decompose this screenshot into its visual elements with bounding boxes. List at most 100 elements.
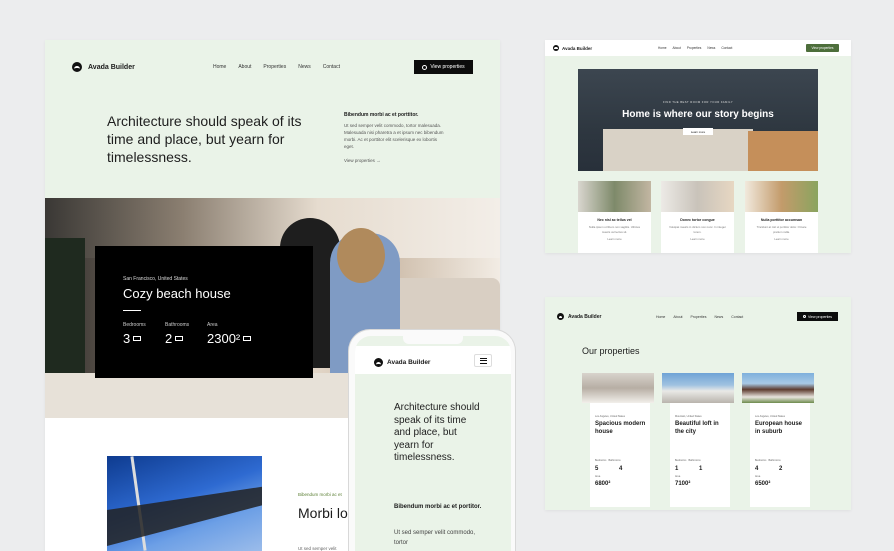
feature-text: Nulla ipsum ut libero non sagittis. Ultr… [588,225,641,234]
learn-more-link[interactable]: Learn more [661,237,734,241]
property-image [662,373,734,403]
nav-properties[interactable]: Properties [263,64,286,70]
main-header: Avada Builder Home About Properties News… [45,40,500,98]
photo-basin [603,129,753,171]
brand-name: Avada Builder [88,63,135,71]
view-properties-label: View properties [430,64,465,70]
logo-icon [553,45,559,51]
nav-about[interactable]: About [238,64,251,70]
nav-home[interactable]: Home [213,64,226,70]
feature-card[interactable]: Nec nisl ac tellus vel Nulla ipsum ut li… [578,181,651,253]
hamburger-menu-icon[interactable] [474,354,492,367]
hero-title: Architecture should speak of its time an… [394,402,480,463]
brand-name: Avada Builder [387,359,431,366]
learn-more-button[interactable]: Learn more [683,128,713,135]
bath-icon [175,336,184,341]
nav-about[interactable]: About [673,46,681,50]
eye-icon [422,64,428,70]
photo-wood [748,131,818,171]
tr-nav: Home About Properties News Contact [658,46,732,50]
property-body: Los Angeles, United States Spacious mode… [590,403,650,507]
brand-logo[interactable]: Avada Builder [374,358,430,367]
bathrooms-value: 4 [619,466,623,472]
eye-icon [802,315,806,318]
stat-labels: Bedrooms Bathrooms [595,459,621,462]
nav-contact[interactable]: Contact [731,315,743,319]
learn-more-link[interactable]: Learn more [578,237,651,241]
learn-more-link[interactable]: Learn more [745,237,818,241]
property-card[interactable]: Los Angeles, United States European hous… [742,373,814,507]
feature-image [578,181,651,212]
nav-news[interactable]: News [707,46,715,50]
photo-hair [337,228,385,283]
area-value: 7100² [675,481,691,487]
property-card[interactable]: Los Angeles, United States Spacious mode… [582,373,654,507]
nav-properties[interactable]: Properties [691,315,707,319]
property-card[interactable]: Mountain, United States Beautiful loft i… [662,373,734,507]
area-label: Area [755,475,761,478]
photo-sail [107,486,262,546]
nav-news[interactable]: News [298,64,311,70]
view-properties-button[interactable]: View properties [797,312,838,321]
mobile-header: Avada Builder [355,346,511,374]
stat-number: 3 [123,331,131,346]
feature-card[interactable]: Nulla porttitor accumsan Tincidunt at ni… [745,181,818,253]
stat-label: Bathrooms [165,322,190,328]
bedrooms-value: 4 [755,466,759,472]
bathrooms-label: Bathrooms [768,459,781,462]
listing-name: Cozy beach house [123,286,231,301]
area-value: 6500² [755,481,771,487]
brand-logo[interactable]: Avada Builder [72,62,135,72]
phone-screen: Avada Builder Architecture should speak … [355,336,511,551]
logo-icon [557,313,564,320]
view-properties-button[interactable]: View properties [806,44,839,52]
stat-labels: Bedrooms Bathrooms [675,459,701,462]
property-body: Los Angeles, United States European hous… [750,403,810,507]
property-body: Mountain, United States Beautiful loft i… [670,403,730,507]
lower-text: Ut sed semper velit [298,546,337,551]
stat-value: 2 [165,331,189,346]
property-image [742,373,814,403]
side-heading: Bibendum morbi ac et porttitor. [344,112,419,118]
bathrooms-label: Bathrooms [688,459,701,462]
lower-kicker: Bibendum morbi ac et [298,492,342,497]
listing-card[interactable]: San Francisco, United States Cozy beach … [95,246,313,378]
property-location: Los Angeles, United States [595,415,626,418]
nav-news[interactable]: News [714,315,723,319]
view-properties-link[interactable]: View properties → [344,158,381,163]
listing-location: San Francisco, United States [123,276,188,282]
nav-contact[interactable]: Contact [323,64,340,70]
area-value: 6800² [595,481,611,487]
nav-home[interactable]: Home [656,315,665,319]
feature-title: Nulla porttitor accumsan [760,218,803,222]
desktop-story-mockup: Avada Builder Home About Properties News… [545,40,851,253]
stat-number: 2 [165,331,173,346]
bedrooms-value: 1 [675,466,679,472]
desktop-properties-mockup: Avada Builder Home About Properties News… [545,297,851,510]
nav-about[interactable]: About [673,315,682,319]
feature-text: Volutpat mauris in dictum non nunc. In i… [669,225,726,234]
bedrooms-label: Bedrooms [595,459,607,462]
main-nav: Home About Properties News Contact [213,64,340,70]
nav-contact[interactable]: Contact [721,46,732,50]
feature-title: Nec nisl ac tellus vel [597,218,632,222]
stat-label: Bedrooms [123,322,146,328]
stat-bedrooms: Bedrooms 3 [123,322,146,346]
brand-logo[interactable]: Avada Builder [553,45,592,51]
photo-plant [45,238,85,378]
feature-image [745,181,818,212]
brand-logo[interactable]: Avada Builder [557,313,601,320]
property-name: Spacious modern house [595,421,646,435]
bed-icon [133,336,142,341]
bathroom-hero: FIND THE BEST ROOM FOR YOUR FAMILY Home … [578,69,818,171]
view-properties-button[interactable]: View properties [414,60,473,74]
feature-title: Donec tortor congue [680,218,715,222]
bathrooms-value: 1 [699,466,703,472]
nav-properties[interactable]: Properties [687,46,702,50]
hero-title: Home is where our story begins [622,109,774,120]
nav-home[interactable]: Home [658,46,667,50]
bedrooms-label: Bedrooms [675,459,687,462]
br-nav: Home About Properties News Contact [656,315,743,319]
sub-text: Ut sed semper velit commodo, tortor [394,530,476,546]
feature-card[interactable]: Donec tortor congue Volutpat mauris in d… [661,181,734,253]
